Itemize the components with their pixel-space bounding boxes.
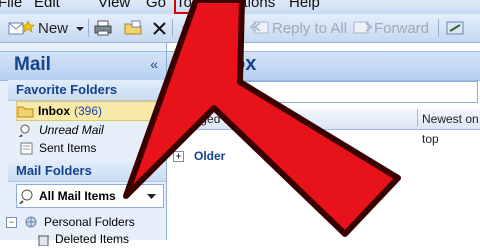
mail-folders-label: Mail Folders bbox=[16, 163, 92, 178]
menu-bar: File Edit View Go Tools Actions Help bbox=[0, 0, 480, 14]
delete-button[interactable] bbox=[152, 18, 168, 38]
inbox-label: Inbox bbox=[38, 104, 70, 118]
menu-go[interactable]: Go bbox=[146, 0, 166, 12]
sent-items-label: Sent Items bbox=[39, 141, 97, 155]
inbox-header: Inbox bbox=[167, 51, 480, 81]
menu-view[interactable]: View bbox=[98, 0, 130, 12]
move-folder-icon bbox=[124, 20, 142, 35]
reply-all-label: Reply to All bbox=[272, 19, 348, 37]
new-mail-icon bbox=[8, 20, 35, 35]
inbox-pane: Inbox Arranged By: Date Newest on top + … bbox=[167, 43, 480, 240]
tree-item-personal-folders[interactable]: − Personal Folders bbox=[6, 213, 135, 231]
collapse-tree-icon[interactable]: − bbox=[6, 216, 17, 228]
arrangement-bar[interactable]: Arranged By: Date Newest on top bbox=[167, 109, 480, 146]
inbox-title: Inbox bbox=[203, 53, 257, 75]
deleted-items-label: Deleted Items bbox=[55, 232, 130, 246]
deleted-items-icon bbox=[38, 235, 49, 246]
mail-folders-header[interactable]: Mail Folders bbox=[8, 161, 166, 182]
sort-order-label[interactable]: Newest on top bbox=[417, 109, 480, 146]
favorite-item-inbox[interactable]: Inbox (396) bbox=[16, 101, 166, 121]
forward-label: Forward bbox=[374, 19, 430, 37]
menu-edit[interactable]: Edit bbox=[34, 0, 60, 12]
toolbar-separator bbox=[438, 19, 439, 37]
reply-button[interactable]: Reply bbox=[180, 18, 242, 38]
menu-actions[interactable]: Actions bbox=[226, 0, 275, 12]
favorite-item-sent-items[interactable]: Sent Items bbox=[18, 139, 96, 157]
mail-pane-title: Mail bbox=[14, 54, 51, 75]
inbox-header-icon bbox=[173, 59, 196, 76]
personal-folders-icon bbox=[25, 216, 37, 228]
all-mail-items-dropdown[interactable]: All Mail Items bbox=[16, 184, 164, 208]
sent-items-icon bbox=[20, 142, 33, 155]
expand-group-icon[interactable]: + bbox=[173, 150, 184, 162]
reply-icon bbox=[181, 21, 201, 34]
tree-item-deleted-items[interactable]: Deleted Items bbox=[36, 230, 129, 248]
menu-file[interactable]: File bbox=[0, 0, 22, 12]
group-label: Older bbox=[194, 149, 226, 163]
send-receive-icon bbox=[446, 21, 464, 35]
reply-label: Reply bbox=[204, 19, 243, 37]
search-input[interactable] bbox=[172, 82, 380, 100]
unread-mail-label: Unread Mail bbox=[39, 123, 104, 137]
new-button[interactable]: New bbox=[8, 18, 68, 38]
forward-button[interactable]: Forward bbox=[352, 18, 429, 38]
favorite-item-unread-mail[interactable]: Unread Mail bbox=[18, 121, 104, 139]
reply-all-icon bbox=[249, 21, 269, 34]
inbox-folder-icon bbox=[17, 106, 34, 118]
navigation-pane: Mail « Favorite Folders Inbox (396) Unre… bbox=[0, 43, 167, 246]
personal-folders-label: Personal Folders bbox=[44, 215, 135, 229]
message-group-older[interactable]: + Older bbox=[173, 147, 225, 165]
chevron-down-icon bbox=[76, 27, 84, 31]
arranged-by-label[interactable]: Arranged By: Date bbox=[171, 112, 270, 126]
search-box[interactable] bbox=[171, 81, 478, 103]
menu-help[interactable]: Help bbox=[289, 0, 320, 12]
search-folder-icon bbox=[18, 124, 30, 137]
new-button-label: New bbox=[38, 19, 69, 37]
favorite-folders-header[interactable]: Favorite Folders bbox=[8, 80, 166, 101]
forward-icon bbox=[353, 21, 373, 34]
collapse-pane-icon[interactable]: « bbox=[150, 56, 158, 72]
mail-pane-header: Mail « bbox=[0, 51, 166, 81]
move-to-folder-button[interactable] bbox=[124, 18, 144, 38]
menu-tools[interactable]: Tools bbox=[173, 0, 214, 14]
chevron-down-icon bbox=[147, 194, 156, 199]
toolbar: New Reply Reply to All Forward bbox=[0, 14, 480, 43]
printer-icon bbox=[94, 20, 112, 36]
reply-all-button[interactable]: Reply to All bbox=[248, 18, 347, 38]
all-mail-search-icon bbox=[19, 189, 33, 204]
delete-x-icon bbox=[153, 22, 166, 35]
toolbar-separator bbox=[172, 19, 173, 37]
print-button[interactable] bbox=[94, 18, 114, 38]
toolbar-separator bbox=[88, 19, 89, 37]
send-receive-button[interactable] bbox=[446, 18, 472, 38]
inbox-unread-count: (396) bbox=[74, 104, 103, 118]
favorite-folders-label: Favorite Folders bbox=[16, 82, 118, 97]
new-dropdown[interactable] bbox=[76, 18, 84, 38]
all-mail-items-label: All Mail Items bbox=[39, 189, 116, 203]
